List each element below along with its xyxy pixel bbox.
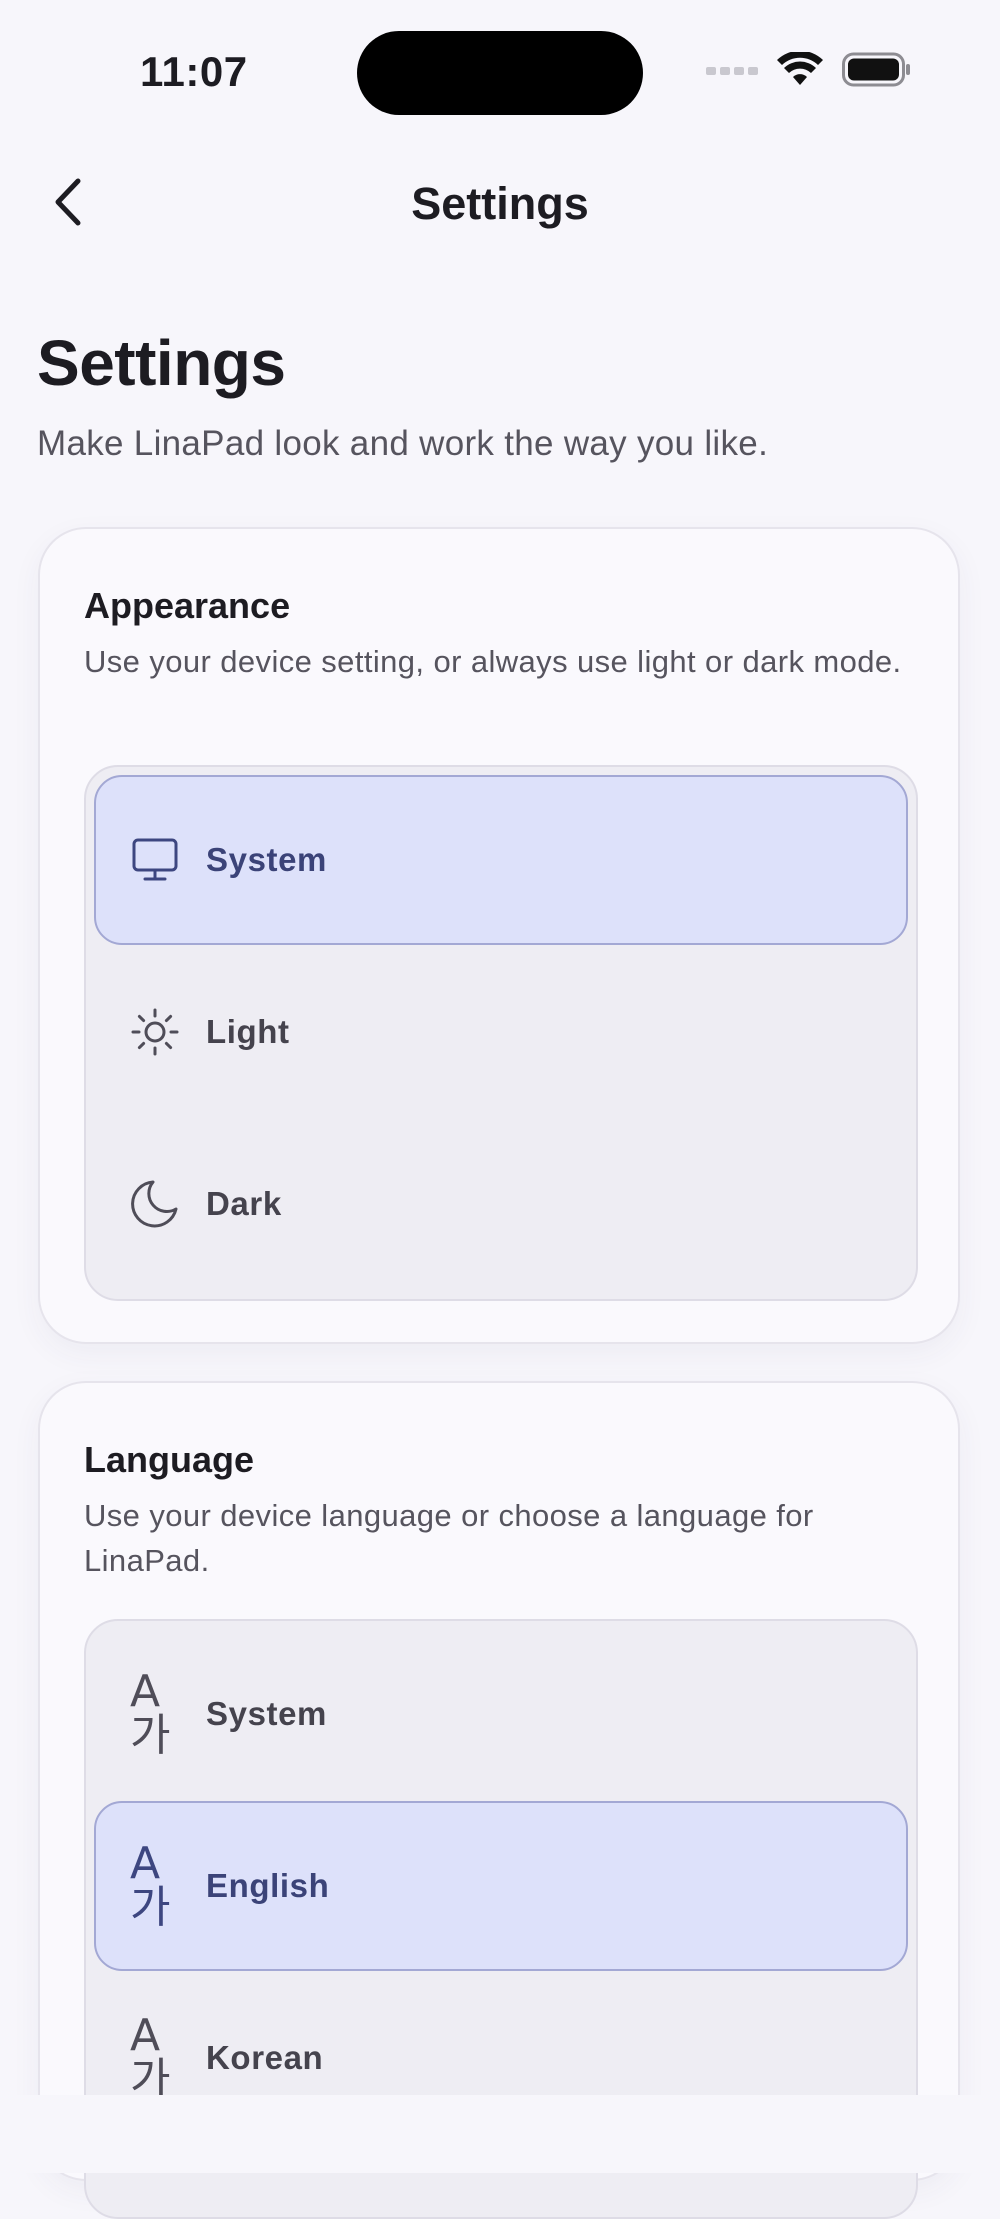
sun-icon <box>130 1007 180 1057</box>
language-card: Language Use your device language or cho… <box>38 1381 960 2219</box>
appearance-card: Appearance Use your device setting, or a… <box>38 527 960 1344</box>
appearance-option-label: System <box>206 841 328 878</box>
dynamic-island <box>357 31 643 115</box>
language-option-system[interactable]: A가 System <box>94 1629 908 1799</box>
appearance-option-light[interactable]: Light <box>94 947 908 1117</box>
page-subtitle: Make LinaPad look and work the way you l… <box>37 424 769 463</box>
language-option-english[interactable]: A가 English <box>94 1801 908 1971</box>
nav-title: Settings <box>411 178 589 229</box>
language-option-label: System <box>206 1695 328 1732</box>
language-icon: A가 <box>130 2010 171 2105</box>
status-icons <box>706 50 912 93</box>
appearance-option-group: System Light Dark <box>84 765 918 1301</box>
wifi-icon <box>776 50 824 93</box>
language-icon: A가 <box>130 1666 171 1761</box>
appearance-option-label: Light <box>206 1013 290 1050</box>
language-option-label: English <box>206 1867 330 1904</box>
language-option-label: Korean <box>206 2039 324 2076</box>
bottom-edge <box>0 2095 1000 2173</box>
appearance-title: Appearance <box>84 585 291 626</box>
cellular-signal-icon <box>706 63 758 82</box>
navigation-bar: Settings <box>0 160 1000 250</box>
monitor-icon <box>130 835 180 885</box>
appearance-description: Use your device setting, or always use l… <box>84 644 902 679</box>
appearance-option-system[interactable]: System <box>94 775 908 945</box>
page-title: Settings <box>37 327 286 399</box>
battery-icon <box>842 52 912 93</box>
moon-icon <box>130 1179 180 1229</box>
language-description: Use your device language or choose a lan… <box>84 1498 814 1578</box>
language-title: Language <box>84 1439 255 1480</box>
status-time: 11:07 <box>140 48 248 95</box>
appearance-option-dark[interactable]: Dark <box>94 1119 908 1289</box>
status-bar: 11:07 <box>0 0 1000 120</box>
appearance-option-label: Dark <box>206 1185 282 1222</box>
language-icon: A가 <box>130 1838 171 1933</box>
